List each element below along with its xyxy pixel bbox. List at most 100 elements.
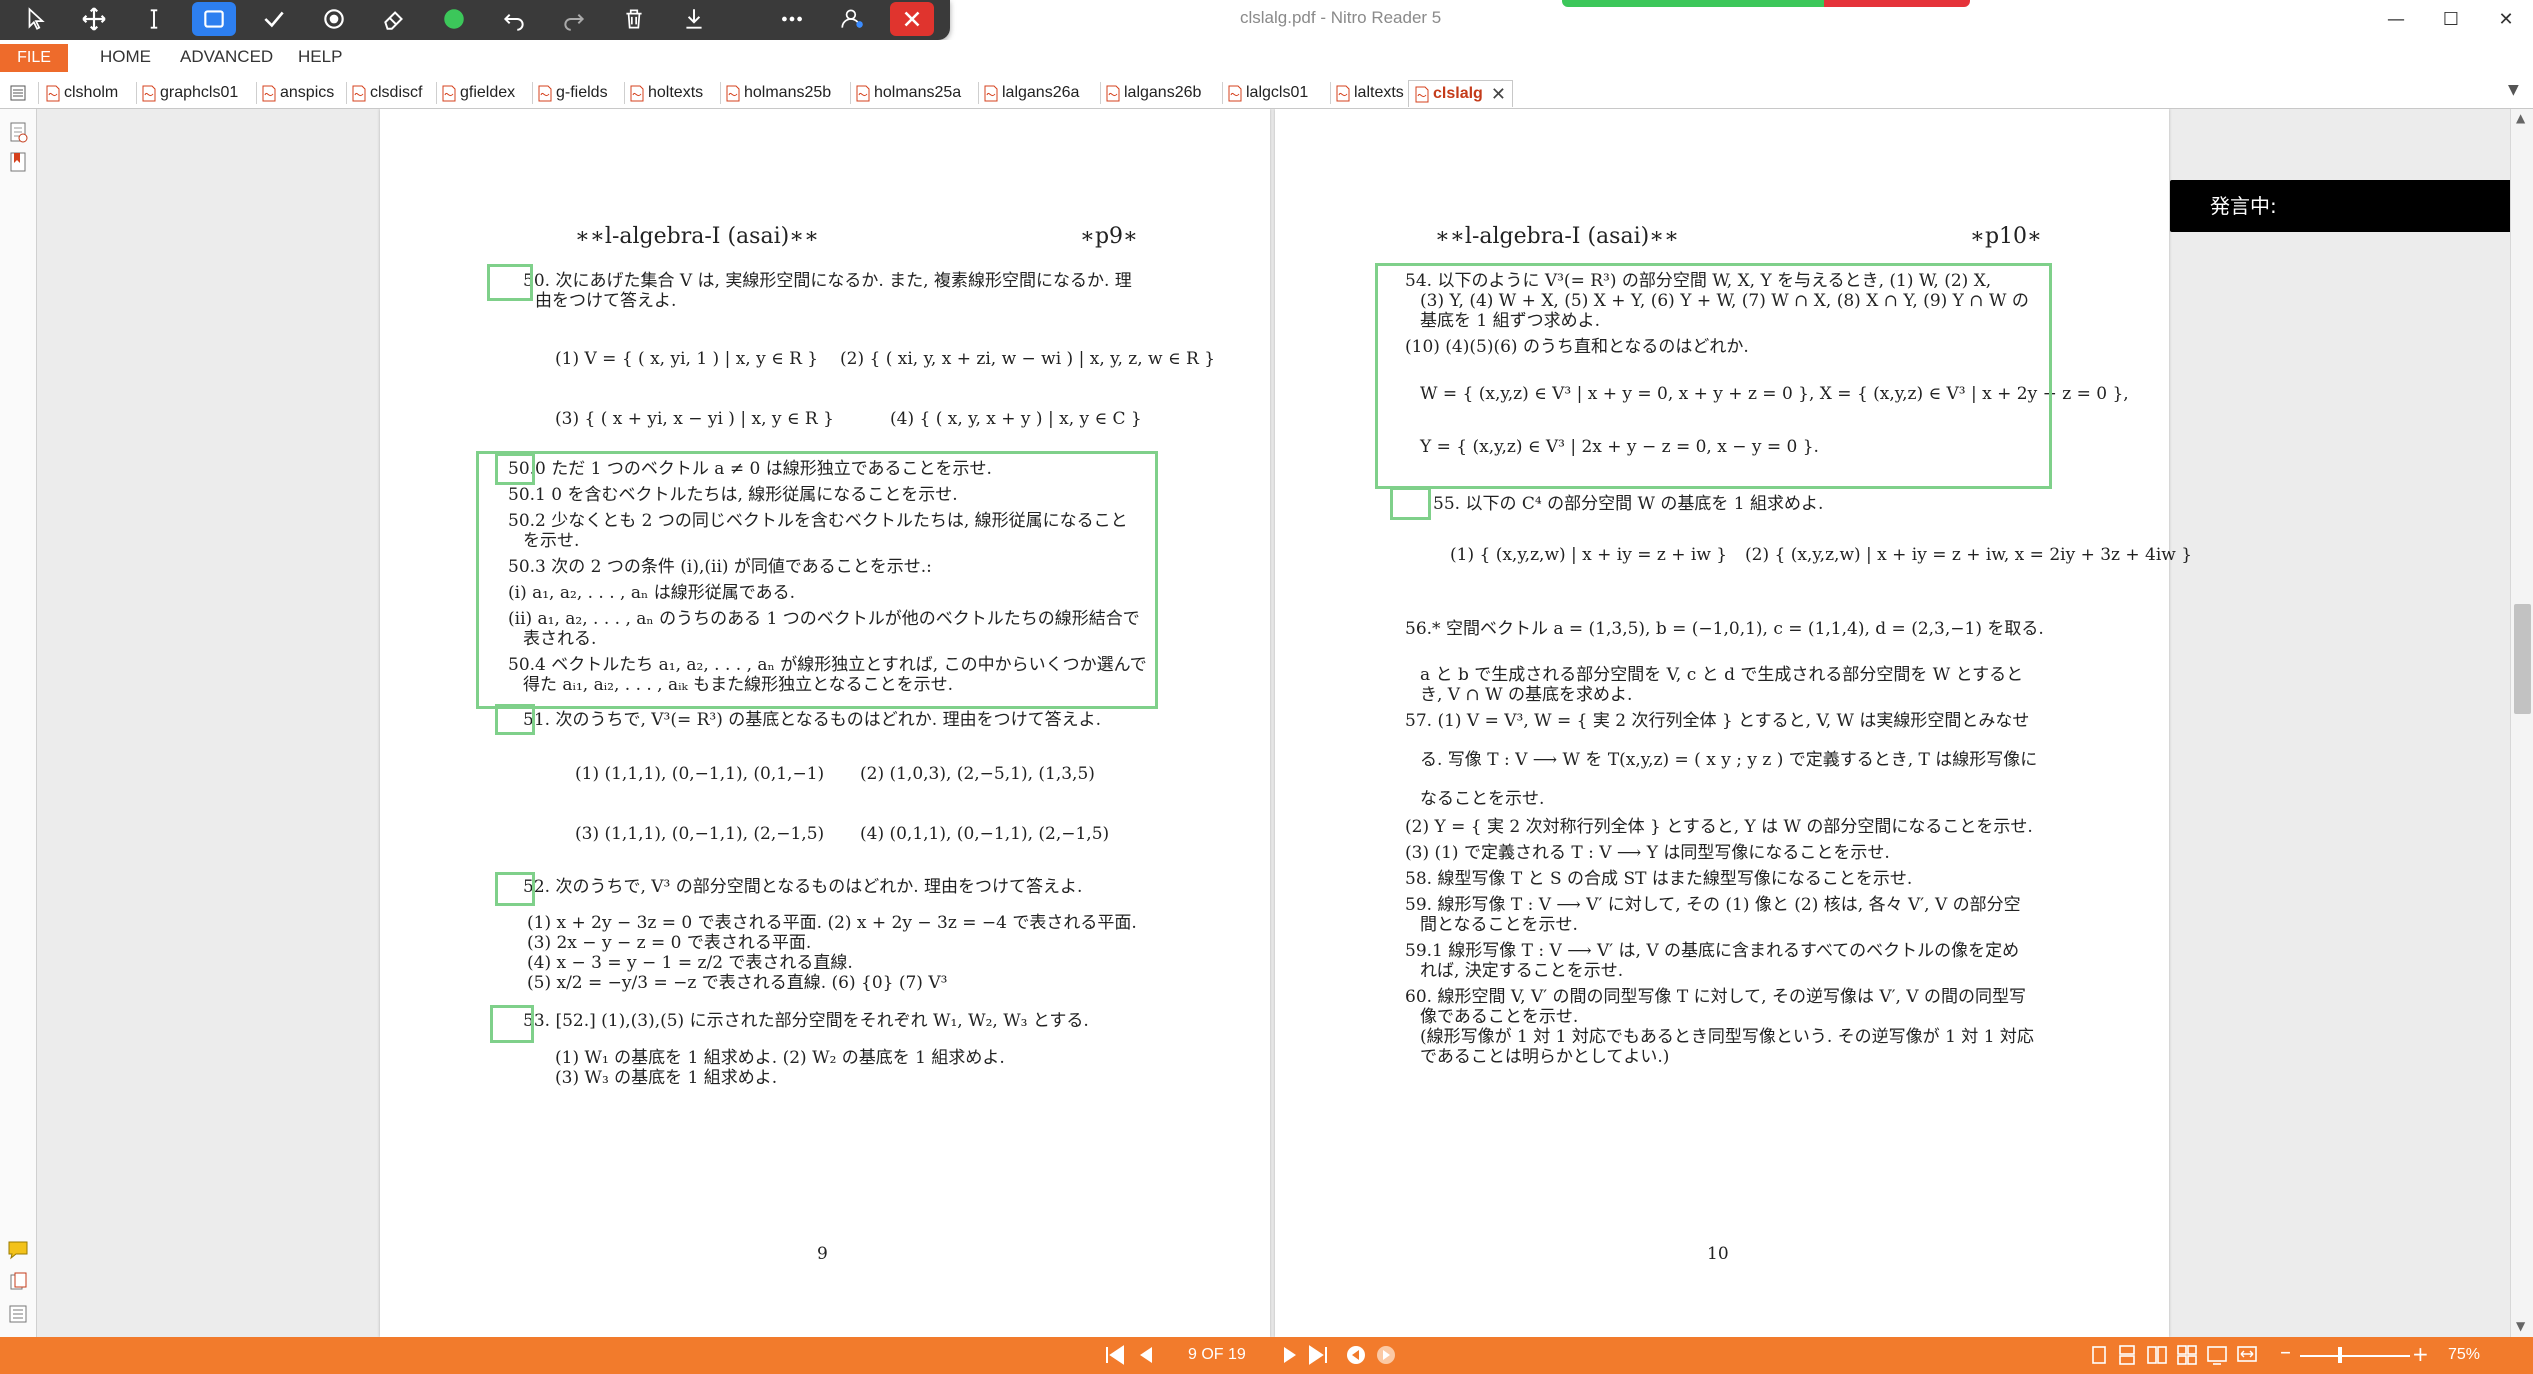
tab-clsholm[interactable]: clsholm [46,80,118,106]
color-dot-icon[interactable] [432,2,476,36]
text-line: (4) (0,1,1), (0,−1,1), (2,−1,5) [860,824,1110,844]
zoom-in-icon[interactable]: + [2412,1342,2429,1366]
tab-gfieldex[interactable]: gfieldex [442,80,515,106]
forward-view-icon[interactable] [1374,1344,1398,1366]
zoom-out-icon[interactable]: – [2280,1340,2291,1365]
tab-holmans25b[interactable]: holmans25b [726,80,831,106]
text-cursor-icon[interactable] [132,2,176,36]
facing-continuous-view-icon[interactable] [2175,1344,2199,1366]
tab-label: lalgans26b [1124,84,1202,101]
tab-list-icon[interactable] [10,80,26,106]
tab-anspics[interactable]: anspics [262,80,334,106]
maximize-button[interactable]: ☐ [2428,4,2474,36]
pointer-icon[interactable] [14,2,58,36]
zoom-level[interactable]: 75% [2448,1346,2480,1364]
tab-clsdiscf[interactable]: clsdiscf [352,80,422,106]
undo-icon[interactable] [492,2,536,36]
pdf-icon [442,85,456,101]
continuous-view-icon[interactable] [2115,1344,2139,1366]
scroll-down-icon[interactable]: ▼ [2516,1319,2525,1333]
zoom-slider-track[interactable] [2300,1355,2410,1357]
text-line: 間となることを示せ. [1420,915,1578,935]
advanced-menu[interactable]: ADVANCED [180,47,273,67]
tab-holtexts[interactable]: holtexts [630,80,703,106]
text-line: (5) x/2 = −y/3 = −z で表される直線. (6) {0} (7)… [527,973,948,993]
check-icon[interactable] [252,2,296,36]
speech-level-red [1824,0,1970,7]
tab-label: graphcls01 [160,84,239,101]
attachments-icon[interactable] [7,1271,29,1293]
text-line: 52. 次のうちで, V³ の部分空間となるものはどれか. 理由をつけて答えよ. [523,877,1083,897]
tab-label: anspics [280,84,335,101]
annotation-box[interactable] [1375,263,2052,489]
text-line: (4) x − 3 = y − 1 = z/2 で表される直線. [527,953,853,973]
tab-lalgans26b[interactable]: lalgans26b [1106,80,1201,106]
scrollbar-thumb[interactable] [2514,604,2531,714]
single-page-view-icon[interactable] [2087,1344,2111,1366]
close-window-button[interactable]: ✕ [2483,4,2529,36]
close-tab-icon[interactable]: ✕ [1491,84,1506,105]
text-line: 由をつけて答えよ. [535,291,677,311]
layers-icon[interactable] [7,1303,29,1325]
annotation-box[interactable] [495,872,535,906]
page-counter[interactable]: 9 OF 19 [1188,1346,1246,1364]
annotation-box[interactable] [476,451,1158,709]
tab-holmans25a[interactable]: holmans25a [856,80,961,106]
minimize-button[interactable]: — [2373,4,2419,36]
user-icon[interactable] [830,2,874,36]
bookmarks-icon[interactable] [7,151,29,173]
record-icon[interactable] [312,2,356,36]
tab-laltexts[interactable]: laltexts [1336,80,1404,106]
facing-view-icon[interactable] [2145,1344,2169,1366]
tab-lalgcls01[interactable]: lalgcls01 [1228,80,1308,106]
text-line: (3) (1) で定義される T : V ⟶ Y は同型写像になることを示せ. [1405,843,1890,863]
close-toolbar-icon[interactable] [890,2,934,36]
app-title: clslalg.pdf - Nitro Reader 5 [1240,8,1442,27]
first-page-icon[interactable] [1103,1344,1127,1366]
tab-separator [436,82,437,104]
text-line: a と b で生成される部分空間を V, c と d で生成される部分空間を W… [1420,665,2024,685]
tab-clslalg[interactable]: clslalg ✕ [1408,80,1513,107]
document-viewer[interactable]: ∗∗l-algebra-I (asai)∗∗ ∗p9∗ 50. 次にあげた集合 … [37,109,2510,1337]
annotation-box[interactable] [495,453,535,485]
file-menu[interactable]: FILE [0,44,68,72]
pages-icon[interactable] [7,121,29,143]
pdf-icon [1336,85,1350,101]
last-page-icon[interactable] [1306,1344,1330,1366]
annotation-box[interactable] [495,704,535,735]
redo-icon[interactable] [552,2,596,36]
annotation-box[interactable] [1390,487,1431,520]
trash-icon[interactable] [612,2,656,36]
text-line: 59.1 線形写像 T : V ⟶ V′ は, V の基底に含まれるすべてのベク… [1405,941,2020,961]
page-footer: 9 [817,1244,828,1264]
tab-overflow-chevron-icon[interactable]: ▼ [2508,82,2519,98]
tab-label: holtexts [648,84,704,101]
page-header-right: ∗p9∗ [1080,224,1138,249]
help-menu[interactable]: HELP [298,47,342,67]
next-page-icon[interactable] [1278,1344,1302,1366]
text-line: 58. 線型写像 T と S の合成 ST はまた線型写像になることを示せ. [1405,869,1913,889]
zoom-slider-thumb[interactable] [2338,1347,2342,1363]
tab-graphcls01[interactable]: graphcls01 [142,80,238,106]
fit-page-icon[interactable] [2205,1344,2229,1366]
fit-width-icon[interactable] [2235,1344,2259,1366]
pdf-icon [538,85,552,101]
previous-page-icon[interactable] [1134,1344,1158,1366]
annotation-box[interactable] [487,264,533,301]
comments-icon[interactable] [7,1239,29,1261]
more-icon[interactable] [770,2,814,36]
download-icon[interactable] [672,2,716,36]
tab-separator [1222,82,1223,104]
text-line: (1) (1,1,1), (0,−1,1), (0,1,−1) [575,764,825,784]
move-icon[interactable] [72,2,116,36]
annotation-box[interactable] [490,1005,534,1043]
tab-g-fields[interactable]: g-fields [538,80,608,106]
page-header-left: ∗∗l-algebra-I (asai)∗∗ [1435,224,1680,249]
vertical-scrollbar[interactable]: ▲ ▼ [2510,109,2533,1337]
eraser-icon[interactable] [372,2,416,36]
tab-lalgans26a[interactable]: lalgans26a [984,80,1079,106]
rectangle-select-icon[interactable] [192,2,236,36]
back-view-icon[interactable] [1344,1344,1368,1366]
scroll-up-icon[interactable]: ▲ [2516,111,2525,125]
home-menu[interactable]: HOME [100,47,151,67]
